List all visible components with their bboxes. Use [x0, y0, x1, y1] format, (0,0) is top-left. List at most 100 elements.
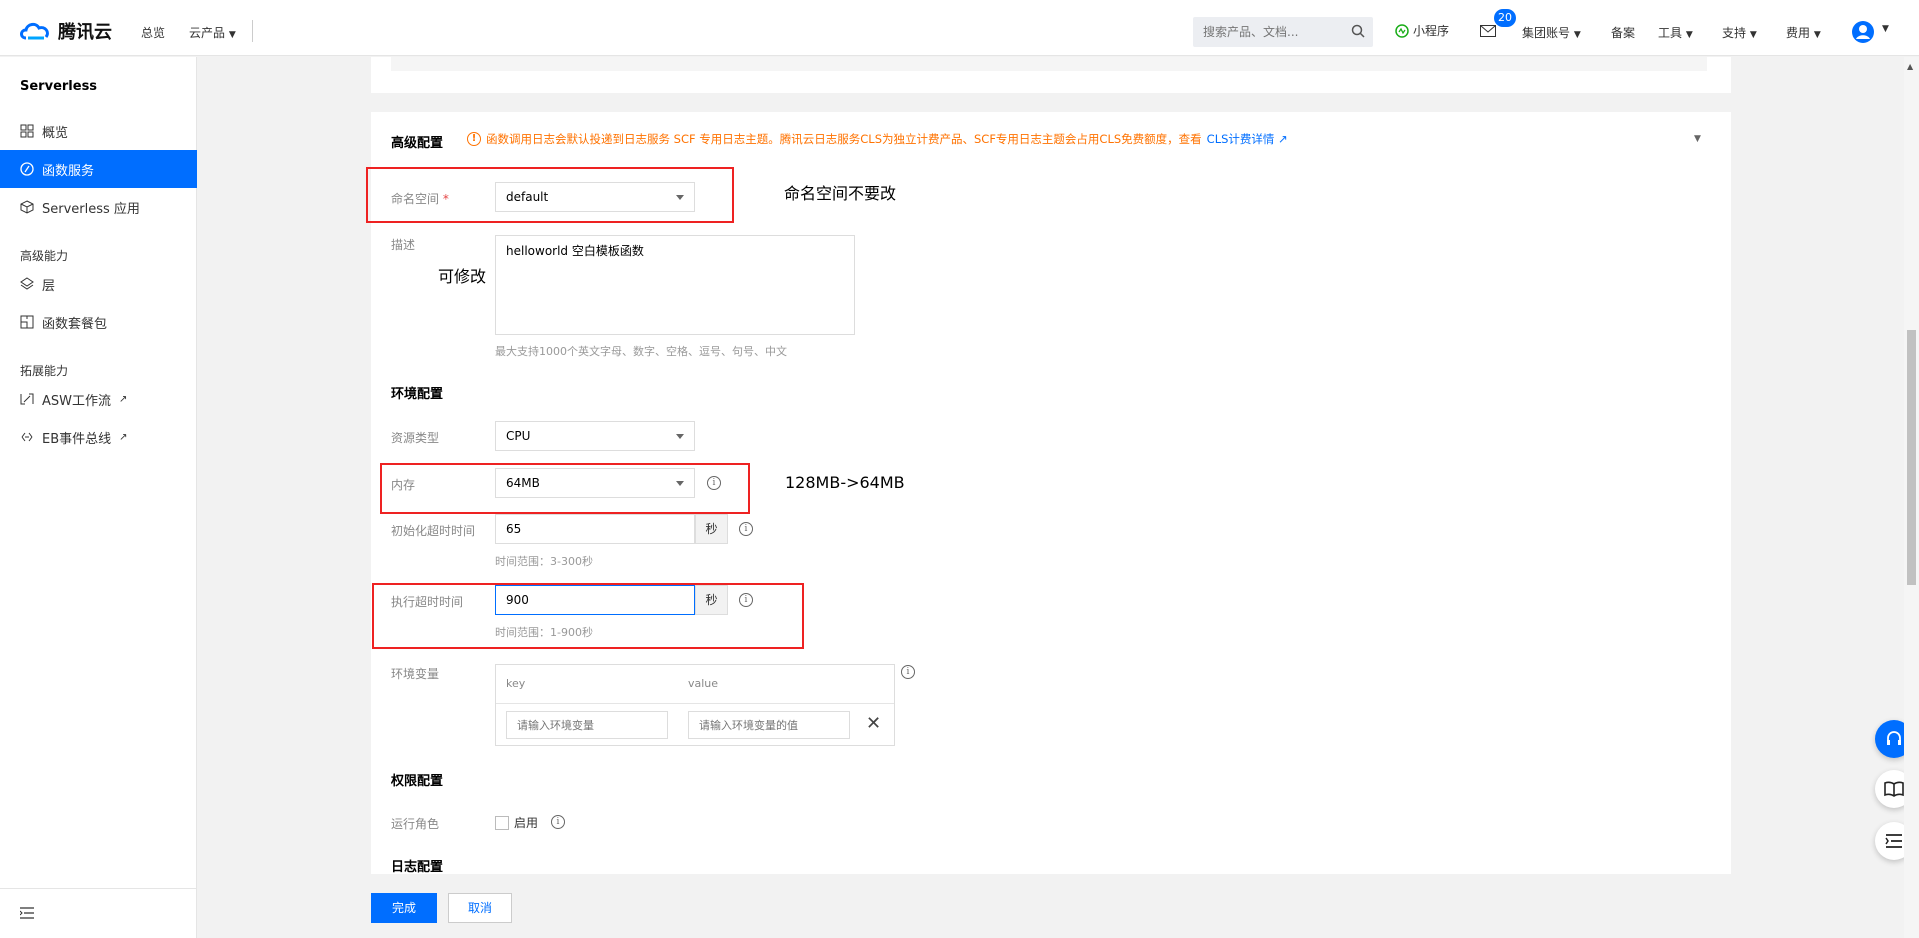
- init-timeout-input[interactable]: 65: [495, 514, 695, 544]
- function-icon: [20, 162, 34, 176]
- collapse-menu-icon[interactable]: [20, 907, 34, 919]
- chevron-down-icon: ▼: [1573, 30, 1581, 40]
- nav-products-label: 云产品: [189, 26, 226, 40]
- env-value-input[interactable]: [688, 711, 850, 739]
- sidebar-item-packages[interactable]: 函数套餐包: [0, 303, 197, 341]
- nav-products[interactable]: 云产品 ▼: [189, 24, 236, 41]
- sidebar-item-serverless-app[interactable]: Serverless 应用: [0, 188, 197, 226]
- previous-section-box: [391, 57, 1707, 71]
- run-role-label: 运行角色: [391, 817, 440, 831]
- nav-group-account[interactable]: 集团账号 ▼: [1522, 24, 1581, 41]
- headset-icon: [1887, 731, 1901, 745]
- sidebar-title: Serverless: [20, 79, 98, 94]
- nav-tools[interactable]: 工具 ▼: [1658, 24, 1693, 41]
- mail-icon[interactable]: [1480, 25, 1496, 37]
- external-link-icon: ↗: [119, 431, 128, 443]
- top-navbar: 腾讯云 总览 云产品 ▼ 小程序 20 集团账号 ▼ 备案 工具 ▼ 支持 ▼ …: [0, 0, 1919, 56]
- info-icon[interactable]: i: [901, 665, 915, 679]
- sidebar-footer: [0, 888, 197, 938]
- external-link-icon: ↗: [1278, 132, 1288, 146]
- info-icon[interactable]: i: [551, 815, 565, 829]
- user-avatar[interactable]: [1851, 20, 1875, 47]
- permission-config-title: 权限配置: [391, 774, 444, 789]
- cls-billing-link[interactable]: CLS计费详情 ↗: [1207, 131, 1288, 147]
- advanced-config-title: 高级配置: [391, 136, 444, 151]
- external-link-icon: ↗: [119, 393, 128, 405]
- list-icon: [1885, 834, 1902, 848]
- env-vars-label: 环境变量: [391, 667, 440, 681]
- env-config-title: 环境配置: [391, 387, 444, 402]
- mini-program-icon: [1395, 23, 1409, 38]
- sidebar-item-label: EB事件总线: [42, 431, 112, 447]
- description-textarea[interactable]: helloworld 空白模板函数: [495, 235, 855, 335]
- sidebar-item-overview[interactable]: 概览: [0, 112, 197, 150]
- chevron-down-icon: [676, 434, 684, 439]
- resource-type-label: 资源类型: [391, 431, 440, 445]
- nav-divider: [252, 20, 253, 42]
- highlight-exec-timeout: [372, 583, 804, 649]
- billing-label: 费用: [1786, 26, 1811, 40]
- resource-type-select[interactable]: CPU: [495, 421, 695, 451]
- sidebar-item-layers[interactable]: 层: [0, 265, 197, 303]
- chevron-down-icon: ▼: [1685, 30, 1693, 40]
- support-label: 支持: [1722, 26, 1747, 40]
- cls-billing-link-label: CLS计费详情: [1206, 132, 1275, 146]
- sidebar-group-extend: 拓展能力: [20, 364, 69, 378]
- highlight-memory: [380, 463, 750, 514]
- log-notice: ! 函数调用日志会默认投递到日志服务 SCF 专用日志主题。腾讯云日志服务CLS…: [467, 131, 1288, 147]
- enable-checkbox[interactable]: [495, 815, 509, 830]
- search-icon[interactable]: [1351, 24, 1365, 38]
- nav-mini-program[interactable]: 小程序: [1395, 22, 1449, 39]
- nav-support[interactable]: 支持 ▼: [1722, 24, 1757, 41]
- env-value-header: value: [688, 677, 719, 690]
- scrollbar-thumb[interactable]: [1907, 330, 1916, 585]
- confirm-button[interactable]: 完成: [371, 893, 437, 923]
- highlight-namespace: [366, 167, 734, 223]
- description-label: 描述: [391, 238, 416, 252]
- sidebar-group-advanced: 高级能力: [20, 249, 69, 263]
- nav-billing[interactable]: 费用 ▼: [1786, 24, 1821, 41]
- collapse-chevron-icon[interactable]: ▼: [1694, 134, 1701, 144]
- sidebar-item-eventbridge[interactable]: EB事件总线 ↗: [0, 418, 197, 456]
- env-key-input[interactable]: [506, 711, 668, 739]
- sidebar-item-label: 概览: [42, 125, 69, 141]
- nav-filing[interactable]: 备案: [1611, 24, 1635, 41]
- description-hint: 最大支持1000个英文字母、数字、空格、逗号、句号、中文: [495, 345, 787, 358]
- event-bus-icon: [21, 432, 33, 442]
- sidebar-item-label: 函数套餐包: [42, 316, 108, 332]
- app-cube-icon: [20, 200, 34, 214]
- sidebar: Serverless 概览 函数服务 Serverless 应用 高级能力 层 …: [0, 57, 197, 938]
- user-avatar-icon: [1852, 21, 1874, 43]
- message-count-badge: 20: [1494, 9, 1516, 27]
- book-icon: [1884, 781, 1904, 797]
- global-search[interactable]: [1193, 17, 1373, 47]
- env-table-divider: [496, 703, 894, 704]
- annotation-memory: 128MB->64MB: [785, 473, 905, 492]
- close-icon[interactable]: ✕: [866, 713, 881, 734]
- cancel-button[interactable]: 取消: [448, 893, 512, 923]
- tools-label: 工具: [1658, 26, 1683, 40]
- enable-label: 启用: [514, 816, 539, 830]
- info-icon[interactable]: i: [739, 522, 753, 536]
- scroll-up-icon[interactable]: ▲: [1907, 62, 1913, 71]
- package-icon: [20, 315, 34, 329]
- chevron-down-icon[interactable]: ▼: [1882, 24, 1889, 34]
- nav-overview[interactable]: 总览: [141, 24, 165, 41]
- init-timeout-unit: 秒: [695, 514, 728, 544]
- env-vars-table: key value ✕: [495, 664, 895, 746]
- resource-type-value: CPU: [506, 429, 531, 443]
- log-notice-text: 函数调用日志会默认投递到日志服务 SCF 专用日志主题。腾讯云日志服务CLS为独…: [486, 132, 1202, 146]
- init-timeout-label: 初始化超时时间: [391, 524, 476, 538]
- annotation-description: 可修改: [438, 267, 487, 286]
- chevron-down-icon: ▼: [228, 30, 236, 40]
- warning-icon: !: [467, 132, 481, 146]
- layers-icon: [20, 277, 34, 290]
- sidebar-item-functions[interactable]: 函数服务: [0, 150, 197, 188]
- run-role-enable[interactable]: 启用: [495, 814, 538, 831]
- search-input[interactable]: [1193, 17, 1343, 47]
- previous-section-tail: [371, 57, 1731, 93]
- sidebar-item-asw[interactable]: ASW工作流 ↗: [0, 380, 197, 418]
- init-timeout-hint: 时间范围：3-300秒: [495, 555, 593, 568]
- brand-logo[interactable]: 腾讯云: [18, 18, 112, 44]
- grid-icon: [20, 124, 34, 138]
